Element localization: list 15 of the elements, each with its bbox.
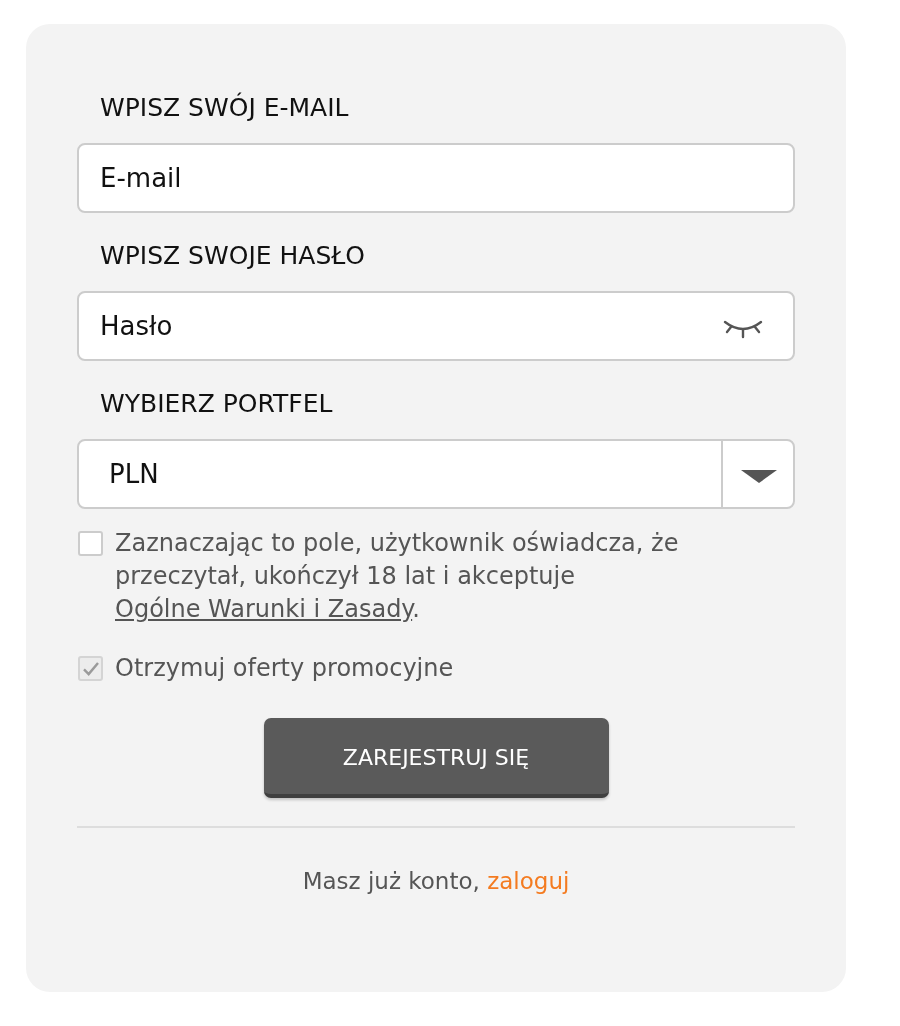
register-button[interactable]: ZAREJESTRUJ SIĘ	[263, 718, 609, 798]
login-prompt: Masz już konto, zaloguj	[302, 868, 570, 894]
wallet-select[interactable]: PLN	[77, 439, 795, 509]
consent-text: Zaznaczając to pole, użytkownik oświadcza, że przeczytał, ukończył 18 lat i akceptuje Ogólne Warunki i Zasady.	[115, 528, 680, 625]
password-field[interactable]: Hasło	[77, 291, 795, 361]
checkmark-icon	[82, 661, 99, 676]
email-field[interactable]: E-mail	[77, 143, 795, 213]
field-label: WYBIERZ PORTFEL	[99, 388, 334, 420]
checkbox[interactable]	[78, 531, 103, 556]
field-label: WPISZ SWOJE HASŁO	[99, 240, 366, 272]
promo-text: Otrzymuj oferty promocyjne	[115, 653, 454, 684]
field-label: WPISZ SWÓJ E-MAIL	[99, 91, 350, 124]
eye-closed-icon[interactable]	[723, 319, 763, 339]
caret-icon[interactable]	[741, 469, 777, 483]
terms-link[interactable]: Ogólne Warunki i Zasady	[115, 595, 413, 623]
